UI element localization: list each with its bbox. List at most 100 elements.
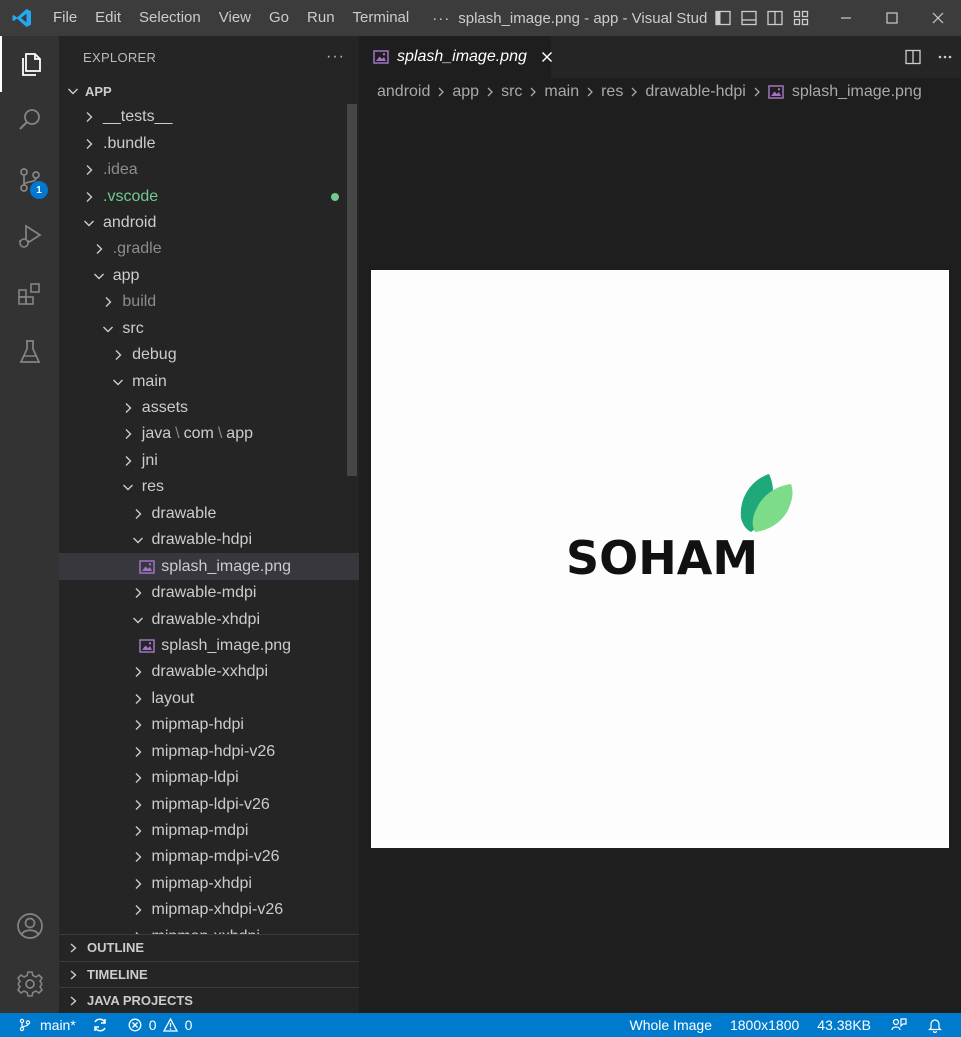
chevron-right-icon	[130, 824, 146, 838]
chevron-right-icon	[67, 969, 79, 981]
tab-splash-image[interactable]: splash_image.png	[359, 36, 553, 78]
tree-folder-item[interactable]: drawable	[59, 501, 359, 527]
chevron-right-icon	[81, 190, 97, 204]
tree-folder-item[interactable]: mipmap-mdpi-v26	[59, 844, 359, 870]
timeline-section[interactable]: TIMELINE	[59, 961, 359, 987]
menu-selection[interactable]: Selection	[130, 0, 210, 36]
workspace-root-label: APP	[85, 83, 112, 99]
toggle-sidebar-icon[interactable]	[710, 0, 736, 36]
explorer-scrollbar[interactable]	[347, 104, 357, 476]
menu-run[interactable]: Run	[298, 0, 344, 36]
problems-status[interactable]: 0 0	[120, 1013, 201, 1037]
maximize-icon[interactable]	[869, 0, 915, 36]
tree-folder-item[interactable]: app	[59, 263, 359, 289]
tree-folder-item[interactable]: mipmap-xhdpi	[59, 871, 359, 897]
tree-folder-item[interactable]: drawable-xhdpi	[59, 606, 359, 632]
tree-folder-item[interactable]: assets	[59, 395, 359, 421]
tree-item-label: layout	[151, 689, 195, 707]
extensions-icon[interactable]	[0, 266, 59, 322]
breadcrumb-item[interactable]: src	[501, 83, 522, 101]
explorer-more-button[interactable]: ···	[326, 48, 345, 66]
tree-folder-item[interactable]: mipmap-ldpi-v26	[59, 791, 359, 817]
accounts-icon[interactable]	[0, 898, 59, 954]
tree-folder-item[interactable]: jni	[59, 448, 359, 474]
tree-folder-item[interactable]: .idea	[59, 157, 359, 183]
tree-folder-item[interactable]: .vscode	[59, 183, 359, 209]
explorer-sidebar: EXPLORER ··· APP __tests__ .bundle .idea .v…	[59, 36, 359, 1013]
menu-view[interactable]: View	[210, 0, 260, 36]
feedback-icon[interactable]	[879, 1013, 923, 1037]
tree-folder-item[interactable]: .gradle	[59, 236, 359, 262]
tree-folder-item[interactable]: debug	[59, 342, 359, 368]
search-icon[interactable]	[0, 92, 59, 148]
menu-file[interactable]: File	[44, 0, 86, 36]
breadcrumb-file[interactable]: splash_image.png	[792, 83, 922, 101]
breadcrumb-item[interactable]: app	[452, 83, 479, 101]
chevron-right-icon	[130, 692, 146, 706]
tree-folder-item[interactable]: drawable-xxhdpi	[59, 659, 359, 685]
manage-gear-icon[interactable]	[0, 956, 59, 1012]
toggle-panel-icon[interactable]	[736, 0, 762, 36]
tree-folder-item[interactable]: drawable-mdpi	[59, 580, 359, 606]
title-more[interactable]: ···	[432, 10, 450, 27]
tree-file-item[interactable]: splash_image.png	[59, 633, 359, 659]
branch-status[interactable]: main*	[0, 1013, 84, 1037]
source-control-icon[interactable]: 1	[0, 152, 59, 208]
breadcrumb: android app src main res drawable-hdpi splash_…	[359, 78, 961, 106]
tree-folder-item[interactable]: .bundle	[59, 130, 359, 156]
breadcrumb-item[interactable]: drawable-hdpi	[645, 83, 746, 101]
tree-folder-item[interactable]: build	[59, 289, 359, 315]
explorer-icon[interactable]	[0, 36, 59, 92]
tree-folder-item[interactable]: java \ com \ app	[59, 421, 359, 447]
chevron-right-icon	[585, 86, 595, 98]
minimize-icon[interactable]	[823, 0, 869, 36]
tree-file-item[interactable]: splash_image.png	[59, 553, 359, 580]
tree-folder-item[interactable]: src	[59, 316, 359, 342]
customize-layout-icon[interactable]	[788, 0, 814, 36]
chevron-right-icon	[130, 718, 146, 732]
split-editor-icon[interactable]	[897, 36, 929, 78]
tree-item-label: src	[122, 319, 144, 337]
tree-folder-item[interactable]: mipmap-hdpi	[59, 712, 359, 738]
breadcrumb-item[interactable]: res	[601, 83, 623, 101]
zoom-status[interactable]: Whole Image	[622, 1013, 722, 1037]
tree-folder-item[interactable]: main	[59, 368, 359, 394]
editor-more-actions-icon[interactable]	[929, 36, 961, 78]
outline-section[interactable]: OUTLINE	[59, 934, 359, 960]
tree-folder-item[interactable]: mipmap-hdpi-v26	[59, 739, 359, 765]
image-file-icon	[139, 559, 155, 574]
run-debug-icon[interactable]	[0, 208, 59, 264]
git-modified-dot	[331, 192, 339, 201]
testing-icon[interactable]	[0, 324, 59, 380]
close-window-icon[interactable]	[915, 0, 961, 36]
tree-folder-item[interactable]: android	[59, 210, 359, 236]
chevron-right-icon	[629, 86, 639, 98]
tree-folder-item[interactable]: __tests__	[59, 104, 359, 130]
close-tab-icon[interactable]	[541, 51, 553, 63]
notifications-bell-icon[interactable]	[923, 1013, 961, 1037]
workspace-root[interactable]: APP	[59, 78, 359, 104]
menu-edit[interactable]: Edit	[86, 0, 130, 36]
warning-count: 0	[184, 1017, 193, 1033]
scm-badge: 1	[30, 181, 48, 199]
tree-folder-item[interactable]: res	[59, 474, 359, 500]
soham-logo-image: SOHAM	[566, 474, 793, 585]
breadcrumb-item[interactable]: android	[377, 83, 430, 101]
breadcrumb-item[interactable]: main	[544, 83, 579, 101]
tree-folder-item[interactable]: mipmap-xhdpi-v26	[59, 897, 359, 923]
tree-folder-item[interactable]: mipmap-xxhdpi	[59, 924, 359, 934]
menu-terminal[interactable]: Terminal	[344, 0, 419, 36]
chevron-down-icon	[81, 216, 97, 230]
chevron-right-icon	[130, 850, 146, 864]
tree-item-label: assets	[141, 399, 189, 417]
git-branch-icon	[18, 1018, 36, 1032]
menu-go[interactable]: Go	[260, 0, 298, 36]
toggle-secondary-sidebar-icon[interactable]	[762, 0, 788, 36]
sync-button[interactable]	[84, 1013, 120, 1037]
tree-folder-item[interactable]: layout	[59, 686, 359, 712]
tree-folder-item[interactable]: mipmap-mdpi	[59, 818, 359, 844]
tree-folder-item[interactable]: mipmap-ldpi	[59, 765, 359, 791]
tree-folder-item[interactable]: drawable-hdpi	[59, 527, 359, 553]
java-projects-section[interactable]: JAVA PROJECTS	[59, 987, 359, 1013]
chevron-right-icon	[130, 507, 146, 521]
